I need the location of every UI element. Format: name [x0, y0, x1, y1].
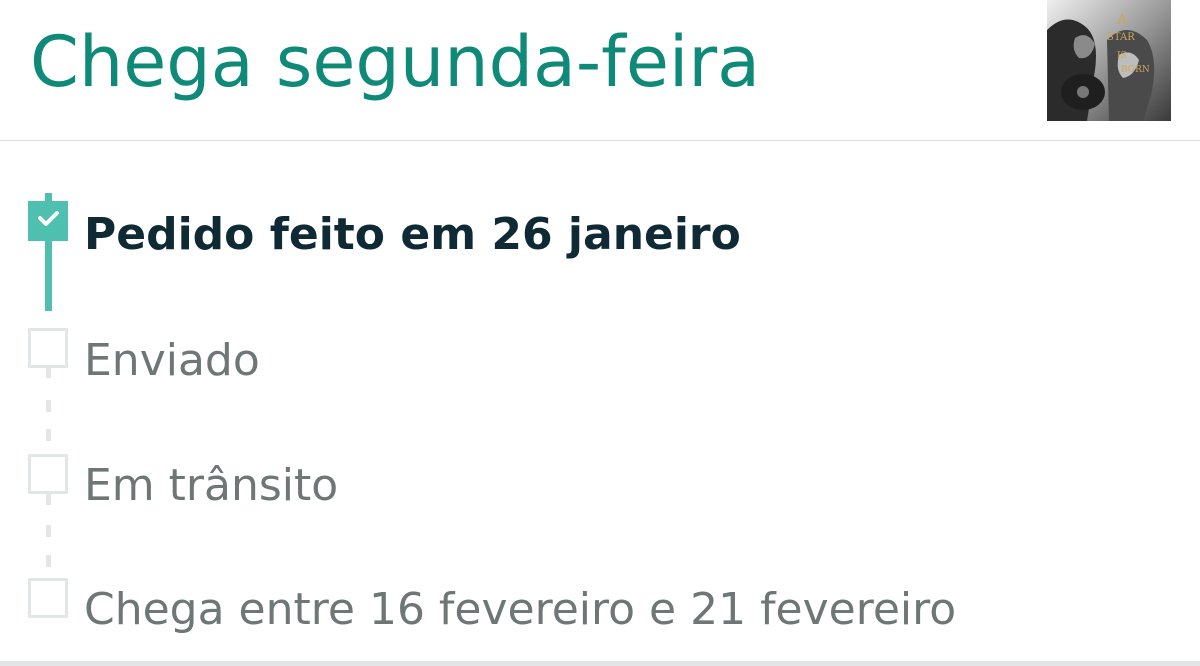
svg-text:IS: IS [1117, 51, 1127, 61]
step-ordered-checkbox [28, 201, 68, 241]
step-in-transit-label: Em trânsito [84, 460, 339, 511]
progress-line-dash [46, 400, 51, 412]
album-cover-thumbnail[interactable]: A STAR IS BORN [1047, 0, 1171, 121]
step-arrives-checkbox [28, 578, 68, 618]
progress-line-dash [46, 429, 51, 441]
album-cover-image: A STAR IS BORN [1047, 0, 1171, 121]
progress-line-dash [46, 493, 51, 505]
progress-line-dash [46, 555, 51, 567]
delivery-header: Chega segunda-feira A STAR IS BORN [0, 0, 1200, 141]
delivery-title: Chega segunda-feira [30, 21, 761, 103]
step-shipped-label: Enviado [84, 335, 260, 386]
section-divider [0, 661, 1200, 666]
svg-text:BORN: BORN [1121, 65, 1150, 75]
svg-text:A: A [1116, 12, 1128, 28]
checkmark-icon [38, 211, 59, 226]
progress-line-dash [46, 525, 51, 537]
step-in-transit-checkbox [28, 454, 68, 494]
svg-text:STAR: STAR [1107, 32, 1135, 43]
shipment-progress-tracker: Pedido feito em 26 janeiro Enviado Em tr… [0, 141, 1200, 661]
step-shipped-checkbox [28, 328, 68, 368]
step-ordered-label: Pedido feito em 26 janeiro [84, 209, 741, 260]
step-arrives-label: Chega entre 16 fevereiro e 21 fevereiro [84, 584, 957, 635]
